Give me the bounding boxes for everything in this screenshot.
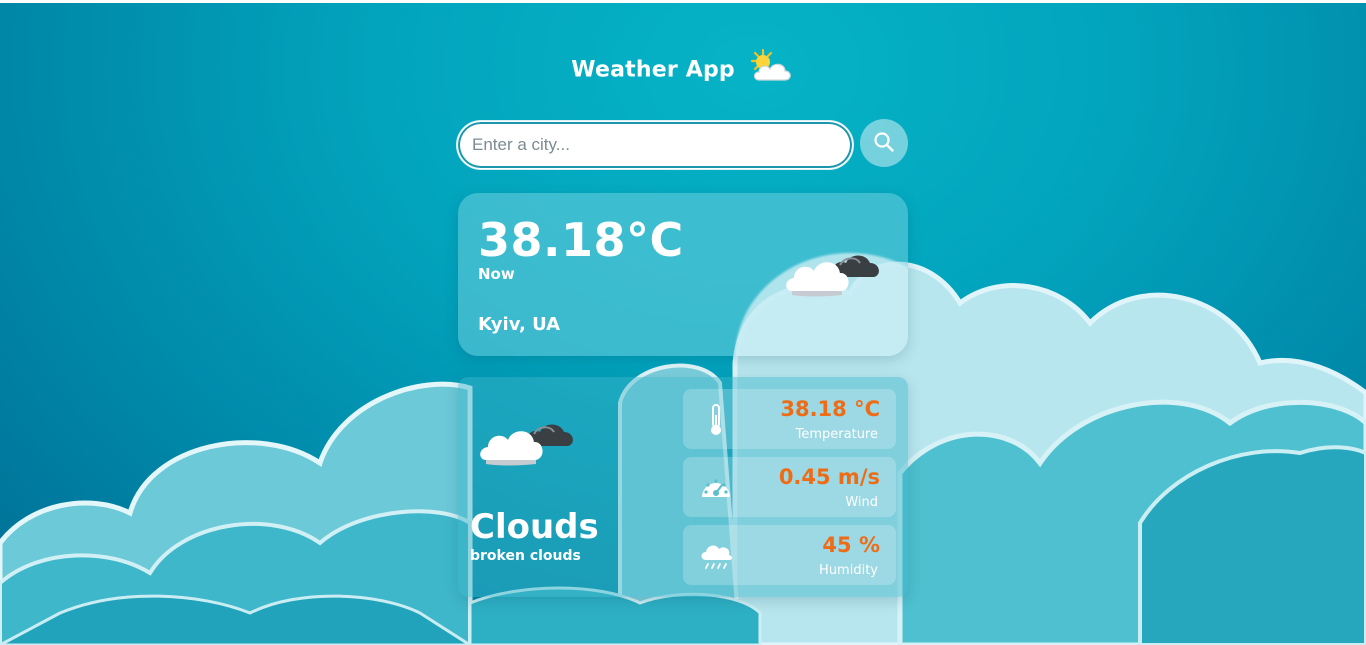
sun-behind-cloud-icon	[747, 48, 795, 84]
app-header: Weather App	[0, 48, 1366, 88]
current-weather-card: 38.18°C Now Kyiv, UA	[458, 193, 908, 356]
condition-title: Clouds	[470, 507, 599, 547]
wind-value: 0.45 m/s	[778, 465, 880, 489]
temperature-value: 38.18 °C	[780, 397, 880, 421]
humidity-value: 45 %	[822, 533, 880, 557]
speedometer-icon	[699, 471, 733, 505]
search-bar	[457, 121, 853, 169]
time-label: Now	[478, 265, 515, 283]
wind-label: Wind	[845, 495, 878, 510]
search-icon	[873, 131, 895, 156]
location-label: Kyiv, UA	[478, 314, 561, 335]
weather-details-card: Clouds broken clouds 38.18 °C Temperatur…	[458, 377, 908, 597]
search-input[interactable]	[457, 121, 853, 169]
humidity-stat: 45 % Humidity	[683, 525, 896, 585]
wind-stat: 0.45 m/s Wind	[683, 457, 896, 517]
humidity-label: Humidity	[819, 563, 878, 578]
temperature-stat: 38.18 °C Temperature	[683, 389, 896, 449]
app-title: Weather App	[571, 57, 735, 83]
temperature-label: Temperature	[795, 427, 878, 442]
current-temperature: 38.18°C	[478, 213, 684, 267]
condition-description: broken clouds	[470, 548, 581, 564]
broken-clouds-icon	[478, 412, 578, 472]
broken-clouds-icon	[784, 241, 884, 303]
thermometer-icon	[699, 403, 733, 437]
rain-cloud-icon	[699, 539, 733, 573]
search-button[interactable]	[860, 119, 908, 167]
